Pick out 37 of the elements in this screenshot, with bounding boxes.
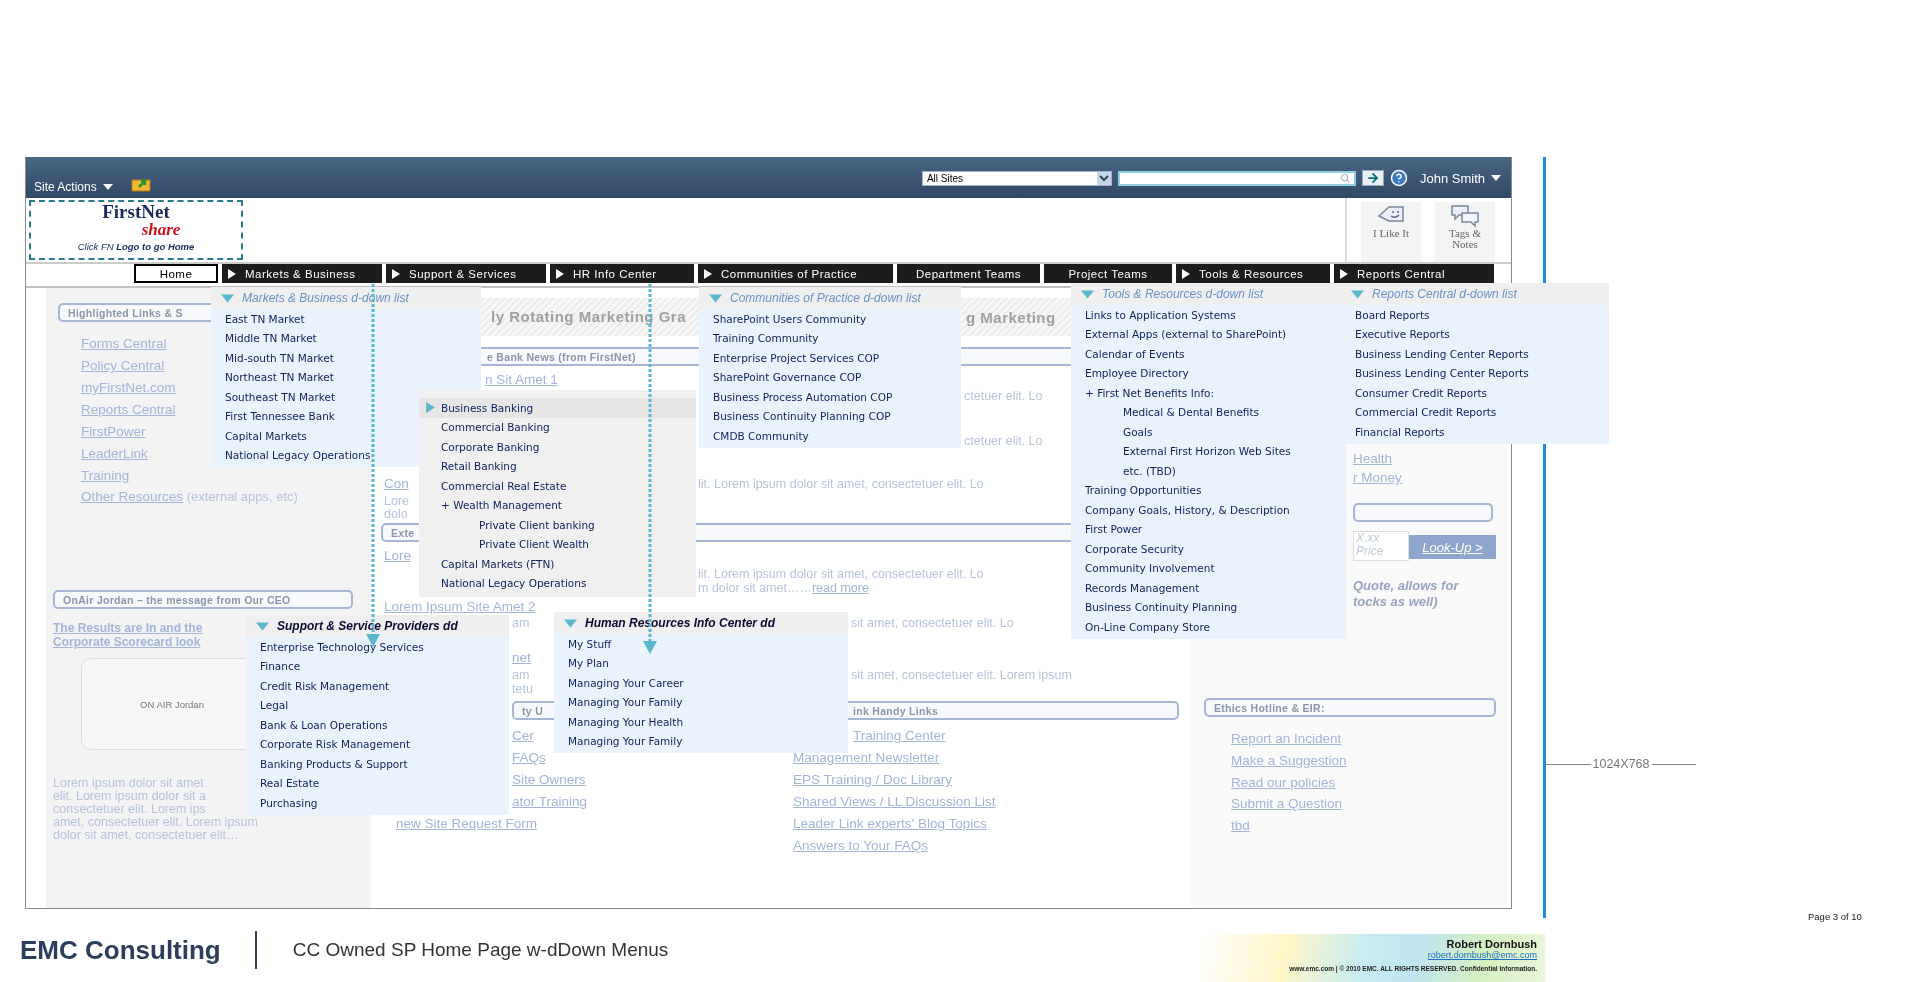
dropdown-header: Support & Service Providers dd	[246, 615, 509, 637]
body-text: Lorem ipsum dolor sit amet	[53, 776, 204, 790]
body-text: dolor sit amet, consectetuer elit…	[53, 828, 239, 842]
body-text: amet, consectetuer elit. Lorem ipsum	[53, 815, 258, 829]
body-text: m dolor sit amet……read more	[698, 581, 869, 597]
banner-title: g Marketing	[966, 308, 1056, 326]
dropdown-header: Markets & Business d-down list	[211, 287, 481, 309]
author-name: Robert Dornbush	[1446, 938, 1537, 950]
body-text: am	[512, 616, 530, 630]
body-text: sit amet, consectetuer elit. Lorem ipsum	[851, 668, 1072, 682]
body-text: lit. Lorem ipsum dolor sit amet, consectetuer elit. Lo	[698, 567, 984, 581]
body-text: tetu	[512, 682, 533, 696]
banner-title: ly Rotating Marketing Gra	[491, 308, 687, 325]
body-text: ctetuer elit. Lo	[964, 434, 1043, 448]
page-number: Page 3 of 10	[1808, 911, 1863, 922]
hint-text: tocks as well)	[1353, 594, 1438, 609]
logo-hint: Click FN Logo to go Home	[77, 241, 195, 252]
dropdown-header: Tools & Resources d-down list	[1071, 283, 1346, 305]
link-note: Other Resources (external apps, etc)	[81, 488, 299, 506]
body-text: elit. Lorem ipsum dolor sit a	[53, 789, 206, 803]
section-header: Ethics Hotline & EIR:	[1204, 698, 1496, 717]
body-text: sit amet, consectetuer elit. Lo	[851, 616, 1014, 630]
logo-name: FirstNet	[102, 202, 170, 222]
section-header: OnAir Jordan – the message from Our CEO	[53, 590, 353, 609]
body-text: dolo	[384, 507, 408, 521]
logo-tagline: share	[140, 222, 181, 238]
body-text: am	[512, 668, 530, 682]
hint-text: Quote, allows for	[1353, 578, 1459, 593]
brand-logo: EMC Consulting	[20, 934, 221, 966]
body-text: Lore	[384, 494, 410, 508]
slide-title: CC Owned SP Home Page w-dDown Menus	[292, 939, 669, 961]
dimension-label: 1024X768	[1592, 757, 1650, 771]
dropdown-header: Human Resources Info Center dd	[554, 612, 848, 634]
body-text: lit. Lorem ipsum dolor sit amet, consectetuer elit. Lo	[698, 477, 984, 491]
body-text: ctetuer elit. Lo	[964, 389, 1043, 403]
body-text: consectetuer elit. Lorem ips	[53, 802, 206, 816]
dropdown-header: Communities of Practice d-down list	[699, 287, 961, 309]
